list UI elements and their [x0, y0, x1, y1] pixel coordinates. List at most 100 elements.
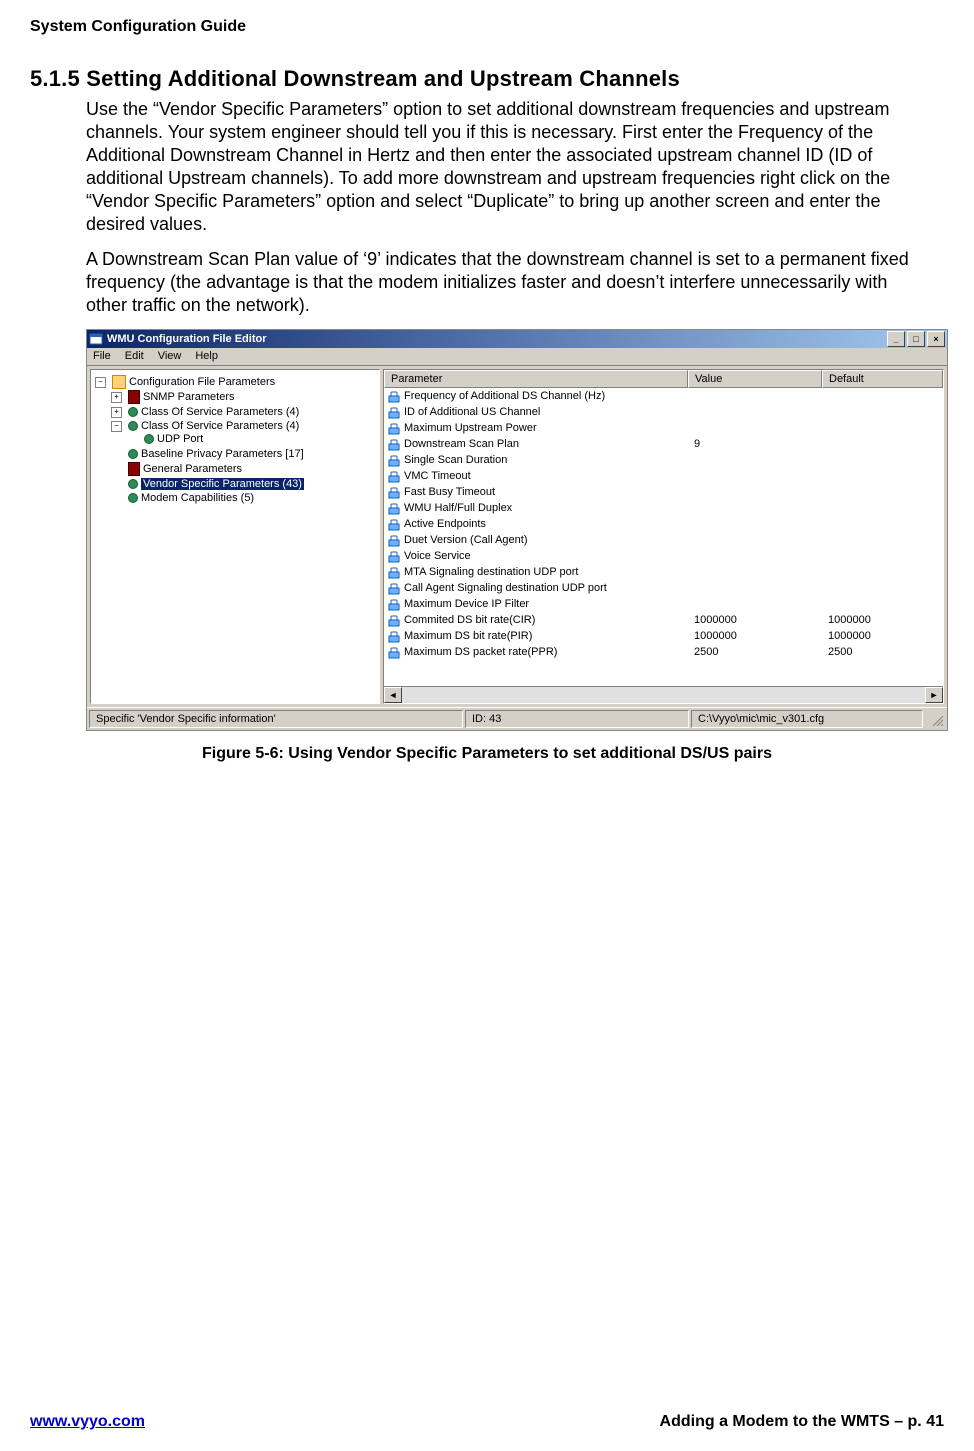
parameter-default: [824, 443, 943, 445]
list-row[interactable]: Active Endpoints: [384, 516, 943, 532]
tree-item[interactable]: Baseline Privacy Parameters [17]: [111, 448, 380, 460]
menubar: File Edit View Help: [87, 348, 947, 366]
parameter-name: MTA Signaling destination UDP port: [404, 566, 578, 578]
status-description: Specific 'Vendor Specific information': [89, 710, 463, 728]
list-row[interactable]: Downstream Scan Plan9: [384, 436, 943, 452]
parameter-value: [690, 491, 824, 493]
list-row[interactable]: Maximum DS packet rate(PPR)25002500: [384, 644, 943, 660]
parameter-icon: [388, 613, 400, 627]
parameter-name: Maximum DS packet rate(PPR): [404, 646, 557, 658]
parameter-default: [824, 603, 943, 605]
tree-item-label: UDP Port: [157, 433, 203, 445]
parameter-value: [690, 603, 824, 605]
parameter-default: [824, 523, 943, 525]
app-window: WMU Configuration File Editor _ □ × File…: [87, 330, 947, 730]
scroll-left-icon[interactable]: ◄: [384, 687, 402, 703]
list-row[interactable]: ID of Additional US Channel: [384, 404, 943, 420]
list-row[interactable]: VMC Timeout: [384, 468, 943, 484]
list-row[interactable]: Fast Busy Timeout: [384, 484, 943, 500]
tree-root-label: Configuration File Parameters: [129, 376, 275, 388]
horizontal-scrollbar[interactable]: ◄ ►: [384, 686, 943, 703]
parameter-value: 9: [690, 437, 824, 451]
parameter-icon: [388, 581, 400, 595]
parameter-name: Duet Version (Call Agent): [404, 534, 528, 546]
footer-link[interactable]: www.vyyo.com: [30, 1413, 145, 1431]
section-number: 5.1.5: [30, 66, 80, 91]
collapse-icon[interactable]: −: [95, 377, 106, 388]
tree-item[interactable]: Modem Capabilities (5): [111, 492, 380, 504]
list-row[interactable]: Commited DS bit rate(CIR)10000001000000: [384, 612, 943, 628]
tree-item[interactable]: Vendor Specific Parameters (43): [111, 478, 380, 490]
parameter-value: 1000000: [690, 629, 824, 643]
parameter-value: [690, 539, 824, 541]
expand-icon[interactable]: +: [111, 392, 122, 403]
collapse-icon[interactable]: −: [111, 421, 122, 432]
parameter-name: WMU Half/Full Duplex: [404, 502, 512, 514]
tree-item[interactable]: + SNMP Parameters: [111, 390, 380, 404]
parameter-icon: [388, 501, 400, 515]
figure-caption: Figure 5-6: Using Vendor Specific Parame…: [30, 745, 944, 763]
list-body: Frequency of Additional DS Channel (Hz) I…: [384, 388, 943, 686]
list-row[interactable]: Maximum Device IP Filter: [384, 596, 943, 612]
tree-item[interactable]: General Parameters: [111, 462, 380, 476]
list-row[interactable]: Maximum Upstream Power: [384, 420, 943, 436]
parameter-icon: [388, 437, 400, 451]
parameter-icon: [388, 565, 400, 579]
status-id: ID: 43: [465, 710, 689, 728]
close-button[interactable]: ×: [927, 331, 945, 347]
list-row[interactable]: Call Agent Signaling destination UDP por…: [384, 580, 943, 596]
parameter-default: 1000000: [824, 629, 943, 643]
parameter-icon: [388, 597, 400, 611]
statusbar: Specific 'Vendor Specific information' I…: [87, 707, 947, 730]
tree-item[interactable]: UDP Port: [127, 433, 203, 445]
header-default[interactable]: Default: [822, 370, 943, 388]
tree-item-label: Class Of Service Parameters (4): [141, 406, 299, 418]
tree-item[interactable]: + Class Of Service Parameters (4): [111, 406, 380, 418]
menu-edit[interactable]: Edit: [125, 350, 144, 362]
scroll-track[interactable]: [402, 687, 925, 703]
parameter-default: [824, 459, 943, 461]
menu-view[interactable]: View: [158, 350, 182, 362]
parameter-value: [690, 555, 824, 557]
list-row[interactable]: Frequency of Additional DS Channel (Hz): [384, 388, 943, 404]
header-value[interactable]: Value: [688, 370, 822, 388]
parameter-icon: [388, 405, 400, 419]
list-row[interactable]: MTA Signaling destination UDP port: [384, 564, 943, 580]
param-icon: [128, 493, 138, 503]
section-title: Setting Additional Downstream and Upstre…: [86, 66, 680, 91]
content-area: − Configuration File Parameters + SNMP Pa…: [87, 366, 947, 707]
list-row[interactable]: Voice Service: [384, 548, 943, 564]
list-row[interactable]: Maximum DS bit rate(PIR)10000001000000: [384, 628, 943, 644]
parameter-name: Commited DS bit rate(CIR): [404, 614, 535, 626]
menu-file[interactable]: File: [93, 350, 111, 362]
scroll-right-icon[interactable]: ►: [925, 687, 943, 703]
param-icon: [128, 449, 138, 459]
parameter-value: [690, 459, 824, 461]
param-icon: [128, 421, 138, 431]
maximize-button[interactable]: □: [907, 331, 925, 347]
parameter-value: 1000000: [690, 613, 824, 627]
header-parameter[interactable]: Parameter: [384, 370, 688, 388]
parameter-icon: [388, 421, 400, 435]
menu-help[interactable]: Help: [195, 350, 218, 362]
tree-item-label: Vendor Specific Parameters (43): [141, 478, 304, 490]
list-row[interactable]: WMU Half/Full Duplex: [384, 500, 943, 516]
parameter-name: Call Agent Signaling destination UDP por…: [404, 582, 607, 594]
tree-item[interactable]: −Class Of Service Parameters (4): [111, 420, 380, 432]
list-row[interactable]: Duet Version (Call Agent): [384, 532, 943, 548]
minimize-button[interactable]: _: [887, 331, 905, 347]
list-row[interactable]: Single Scan Duration: [384, 452, 943, 468]
parameter-value: [690, 507, 824, 509]
tree-root[interactable]: − Configuration File Parameters: [95, 375, 375, 389]
parameter-name: Single Scan Duration: [404, 454, 507, 466]
parameter-default: [824, 539, 943, 541]
parameter-default: [824, 491, 943, 493]
parameter-default: 2500: [824, 645, 943, 659]
tree-item-label: SNMP Parameters: [143, 391, 235, 403]
parameter-icon: [388, 389, 400, 403]
param-icon: [128, 479, 138, 489]
footer-page: Adding a Modem to the WMTS – p. 41: [660, 1413, 944, 1431]
resize-grip-icon[interactable]: [925, 710, 945, 728]
parameter-name: ID of Additional US Channel: [404, 406, 540, 418]
expand-icon[interactable]: +: [111, 407, 122, 418]
